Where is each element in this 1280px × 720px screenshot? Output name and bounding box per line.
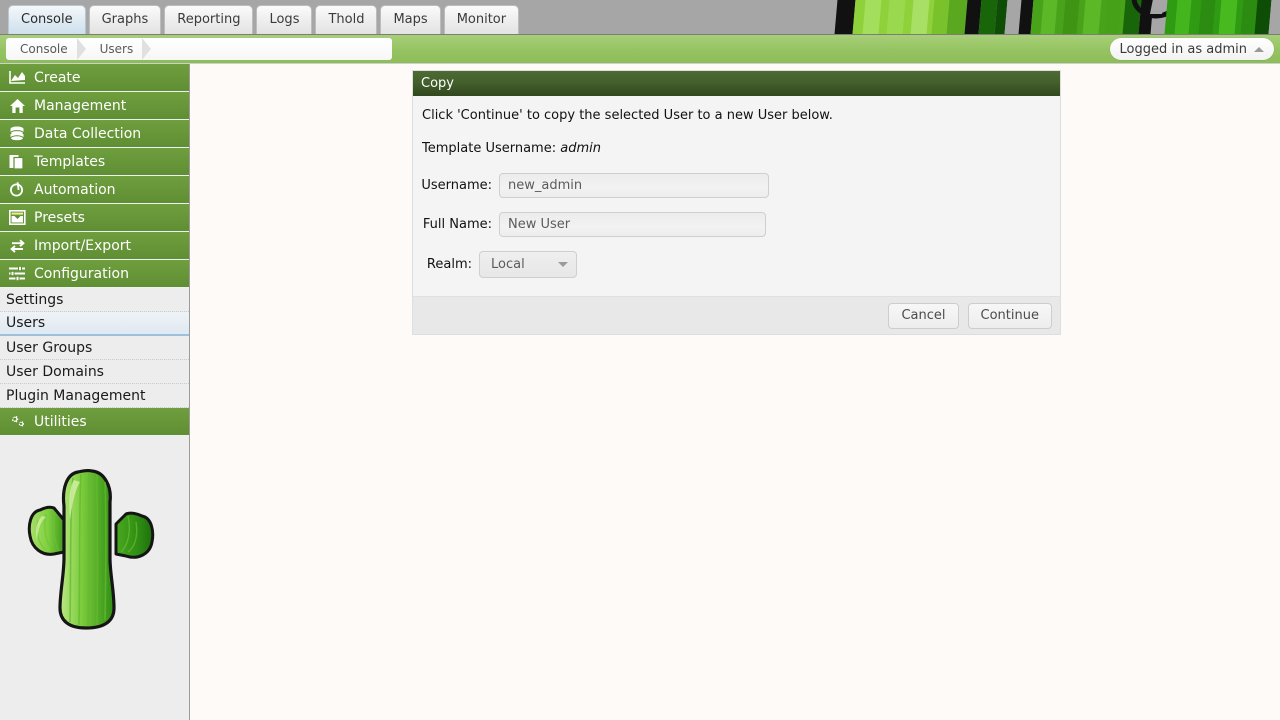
sidebar-item-settings[interactable]: Settings <box>0 288 189 312</box>
chart-area-icon <box>8 69 26 87</box>
main-content: Copy Click 'Continue' to copy the select… <box>190 64 1280 720</box>
sidebar-item-import-export-label: Import/Export <box>34 237 132 254</box>
chevron-down-icon <box>558 262 568 267</box>
sidebar-item-data-collection-label: Data Collection <box>34 125 142 142</box>
breadcrumb-item-console-label: Console <box>20 42 68 56</box>
instruction-text: Click 'Continue' to copy the selected Us… <box>422 108 833 123</box>
breadcrumb-item-console[interactable]: Console <box>6 38 86 60</box>
panel-title: Copy <box>413 71 1060 96</box>
sidebar-item-create[interactable]: Create <box>0 64 189 92</box>
cactus-banner-svg <box>830 0 1280 34</box>
cactus-banner-image <box>830 0 1280 34</box>
tab-graphs-label: Graphs <box>101 12 149 27</box>
sidebar-item-configuration[interactable]: Configuration <box>0 260 189 288</box>
tab-logs[interactable]: Logs <box>256 5 313 34</box>
tab-thold[interactable]: Thold <box>315 5 378 34</box>
tab-monitor[interactable]: Monitor <box>443 5 520 34</box>
cancel-button[interactable]: Cancel <box>888 302 959 329</box>
sidebar-item-utilities[interactable]: Utilities <box>0 408 189 436</box>
breadcrumb-item-users-label: Users <box>99 42 134 56</box>
username-label: Username: <box>421 178 492 193</box>
fullname-label: Full Name: <box>422 217 492 232</box>
sidebar-item-plugin-management[interactable]: Plugin Management <box>0 384 189 408</box>
sidebar-item-automation[interactable]: Automation <box>0 176 189 204</box>
sidebar-item-templates-label: Templates <box>34 153 106 170</box>
panel-body: Click 'Continue' to copy the selected Us… <box>413 96 1060 296</box>
gears-icon <box>8 413 26 431</box>
template-username-value: admin <box>560 141 601 156</box>
username-row: Username: <box>421 173 1060 198</box>
page-body: Create Management Data Collection Templa… <box>0 64 1280 720</box>
sidebar-item-import-export[interactable]: Import/Export <box>0 232 189 260</box>
continue-button[interactable]: Continue <box>967 302 1052 329</box>
sidebar: Create Management Data Collection Templa… <box>0 64 190 720</box>
username-input[interactable] <box>499 173 769 198</box>
database-icon <box>8 125 26 143</box>
sidebar-item-user-domains-label: User Domains <box>6 363 104 380</box>
top-tab-bar: Console Graphs Reporting Logs Thold Maps… <box>0 0 1280 35</box>
tab-thold-label: Thold <box>328 12 365 27</box>
sidebar-item-data-collection[interactable]: Data Collection <box>0 120 189 148</box>
sidebar-item-templates[interactable]: Templates <box>0 148 189 176</box>
breadcrumb-chevron-icon <box>76 38 86 60</box>
sidebar-item-presets[interactable]: Presets <box>0 204 189 232</box>
tab-graphs[interactable]: Graphs <box>88 5 162 34</box>
refresh-circle-icon <box>8 181 26 199</box>
copy-pages-icon <box>8 153 26 171</box>
caret-up-icon <box>1254 46 1264 52</box>
tab-list: Console Graphs Reporting Logs Thold Maps… <box>8 5 520 34</box>
sidebar-item-users[interactable]: Users <box>0 312 189 336</box>
tab-reporting-label: Reporting <box>177 12 241 27</box>
user-menu-label: Logged in as admin <box>1119 41 1247 57</box>
panel-title-label: Copy <box>421 76 454 91</box>
breadcrumb: Console Users <box>6 38 392 60</box>
home-icon <box>8 97 26 115</box>
sidebar-item-users-label: Users <box>6 315 46 331</box>
cactus-logo-wrapper <box>0 436 189 646</box>
fullname-row: Full Name: <box>421 212 1060 237</box>
archive-box-icon <box>8 209 26 227</box>
cactus-logo <box>27 468 155 630</box>
template-username-row: Template Username: admin <box>421 141 1060 156</box>
sidebar-item-utilities-label: Utilities <box>34 413 87 430</box>
user-menu-button[interactable]: Logged in as admin <box>1109 38 1274 60</box>
breadcrumb-bar: Console Users Logged in as admin <box>0 35 1280 64</box>
sidebar-item-automation-label: Automation <box>34 181 116 198</box>
fullname-input[interactable] <box>499 212 766 237</box>
sidebar-item-configuration-label: Configuration <box>34 265 129 282</box>
sliders-icon <box>8 265 26 283</box>
sidebar-item-create-label: Create <box>34 69 81 86</box>
tab-reporting[interactable]: Reporting <box>164 5 254 34</box>
realm-label: Realm: <box>426 257 472 272</box>
tab-monitor-label: Monitor <box>456 12 507 27</box>
tab-logs-label: Logs <box>269 12 300 27</box>
exchange-arrows-icon <box>8 237 26 255</box>
tab-console[interactable]: Console <box>8 5 86 34</box>
sidebar-item-user-groups-label: User Groups <box>6 339 93 356</box>
realm-select[interactable]: Local <box>479 251 577 278</box>
realm-select-value: Local <box>491 257 525 272</box>
sidebar-item-user-groups[interactable]: User Groups <box>0 336 189 360</box>
realm-row: Realm: Local <box>421 251 1060 278</box>
sidebar-item-plugin-management-label: Plugin Management <box>6 387 146 404</box>
sidebar-item-user-domains[interactable]: User Domains <box>0 360 189 384</box>
sidebar-item-management[interactable]: Management <box>0 92 189 120</box>
panel-actions: Cancel Continue <box>413 296 1060 334</box>
tab-console-label: Console <box>21 12 73 27</box>
tab-maps-label: Maps <box>393 12 428 27</box>
breadcrumb-chevron-icon <box>142 38 152 60</box>
sidebar-item-management-label: Management <box>34 97 127 114</box>
copy-user-panel: Copy Click 'Continue' to copy the select… <box>412 70 1061 335</box>
sidebar-item-settings-label: Settings <box>6 291 64 308</box>
tab-maps[interactable]: Maps <box>380 5 441 34</box>
sidebar-item-presets-label: Presets <box>34 209 85 226</box>
breadcrumb-item-users[interactable]: Users <box>86 38 152 60</box>
template-username-label: Template Username: <box>422 141 557 156</box>
